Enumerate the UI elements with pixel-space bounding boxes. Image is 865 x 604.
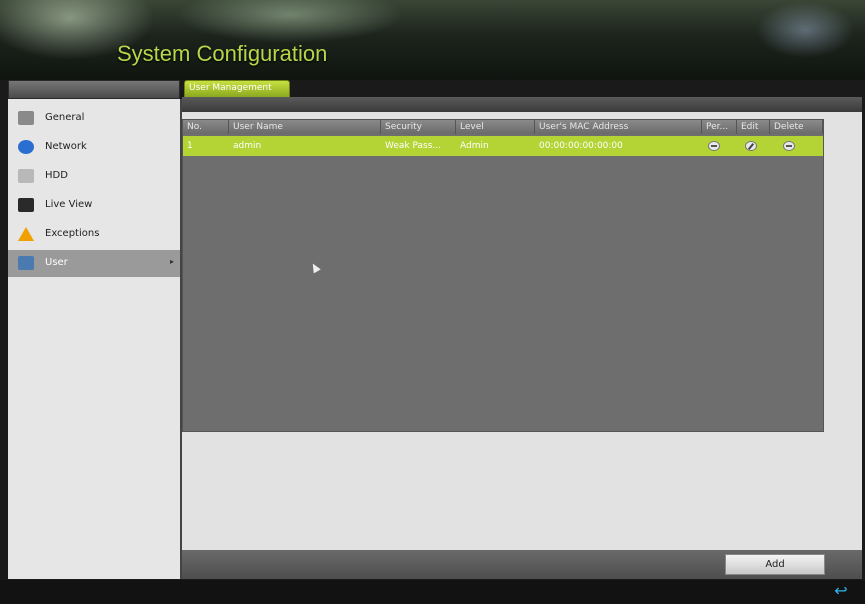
sidebar: General Network HDD Live View Exceptions… [8, 99, 182, 579]
delete-icon[interactable] [783, 141, 795, 151]
column-header-security[interactable]: Security [381, 120, 456, 134]
warning-icon [18, 227, 34, 241]
column-header-no[interactable]: No. [183, 120, 229, 134]
sidebar-item-hdd[interactable]: HDD [8, 163, 180, 190]
cell-security: Weak Pass... [385, 141, 441, 151]
general-icon [18, 111, 34, 125]
live-view-monitor-icon [18, 198, 34, 212]
content-panel: No. User Name Security Level User's MAC … [182, 97, 862, 579]
sidebar-item-network[interactable]: Network [8, 134, 180, 161]
tab-label: User Management [189, 83, 272, 93]
user-icon [18, 256, 34, 270]
sidebar-item-label: Exceptions [45, 228, 100, 239]
column-header-edit[interactable]: Edit [737, 120, 770, 134]
header-banner: System Configuration [0, 0, 865, 80]
column-header-user-name[interactable]: User Name [229, 120, 381, 134]
back-icon[interactable]: ↩ [829, 582, 853, 600]
network-globe-icon [18, 140, 34, 154]
hdd-icon [18, 169, 34, 183]
add-user-button[interactable]: Add [725, 554, 825, 575]
column-header-level[interactable]: Level [456, 120, 535, 134]
edit-icon[interactable] [745, 141, 757, 151]
user-table: No. User Name Security Level User's MAC … [182, 119, 824, 432]
sidebar-item-general[interactable]: General [8, 105, 180, 132]
page-title: System Configuration [117, 41, 328, 66]
sidebar-item-label: HDD [45, 170, 68, 181]
sidebar-item-label: General [45, 112, 85, 123]
cell-user-name: admin [233, 141, 262, 151]
column-header-mac-address[interactable]: User's MAC Address [535, 120, 702, 134]
sidebar-item-label: Network [45, 141, 87, 152]
chevron-right-icon: ▸ [169, 257, 174, 266]
permission-icon[interactable] [708, 141, 720, 151]
sidebar-header-bar [8, 80, 180, 99]
sidebar-item-user[interactable]: User ▸ [8, 250, 180, 277]
bottom-action-bar: Add [182, 550, 862, 579]
cell-no: 1 [187, 141, 193, 151]
tab-user-management[interactable]: User Management [184, 80, 290, 97]
column-header-delete[interactable]: Delete [770, 120, 823, 134]
sidebar-item-exceptions[interactable]: Exceptions [8, 221, 180, 248]
sidebar-item-label: User [45, 257, 68, 268]
column-header-permission[interactable]: Per... [702, 120, 737, 134]
content-header-bar [182, 97, 862, 112]
sidebar-item-live-view[interactable]: Live View [8, 192, 180, 219]
footer-bar: ↩ [0, 580, 865, 604]
table-row[interactable]: 1 admin Weak Pass... Admin 00:00:00:00:0… [183, 136, 823, 156]
sidebar-item-label: Live View [45, 199, 93, 210]
cell-level: Admin [460, 141, 489, 151]
cell-mac-address: 00:00:00:00:00:00 [539, 141, 623, 151]
